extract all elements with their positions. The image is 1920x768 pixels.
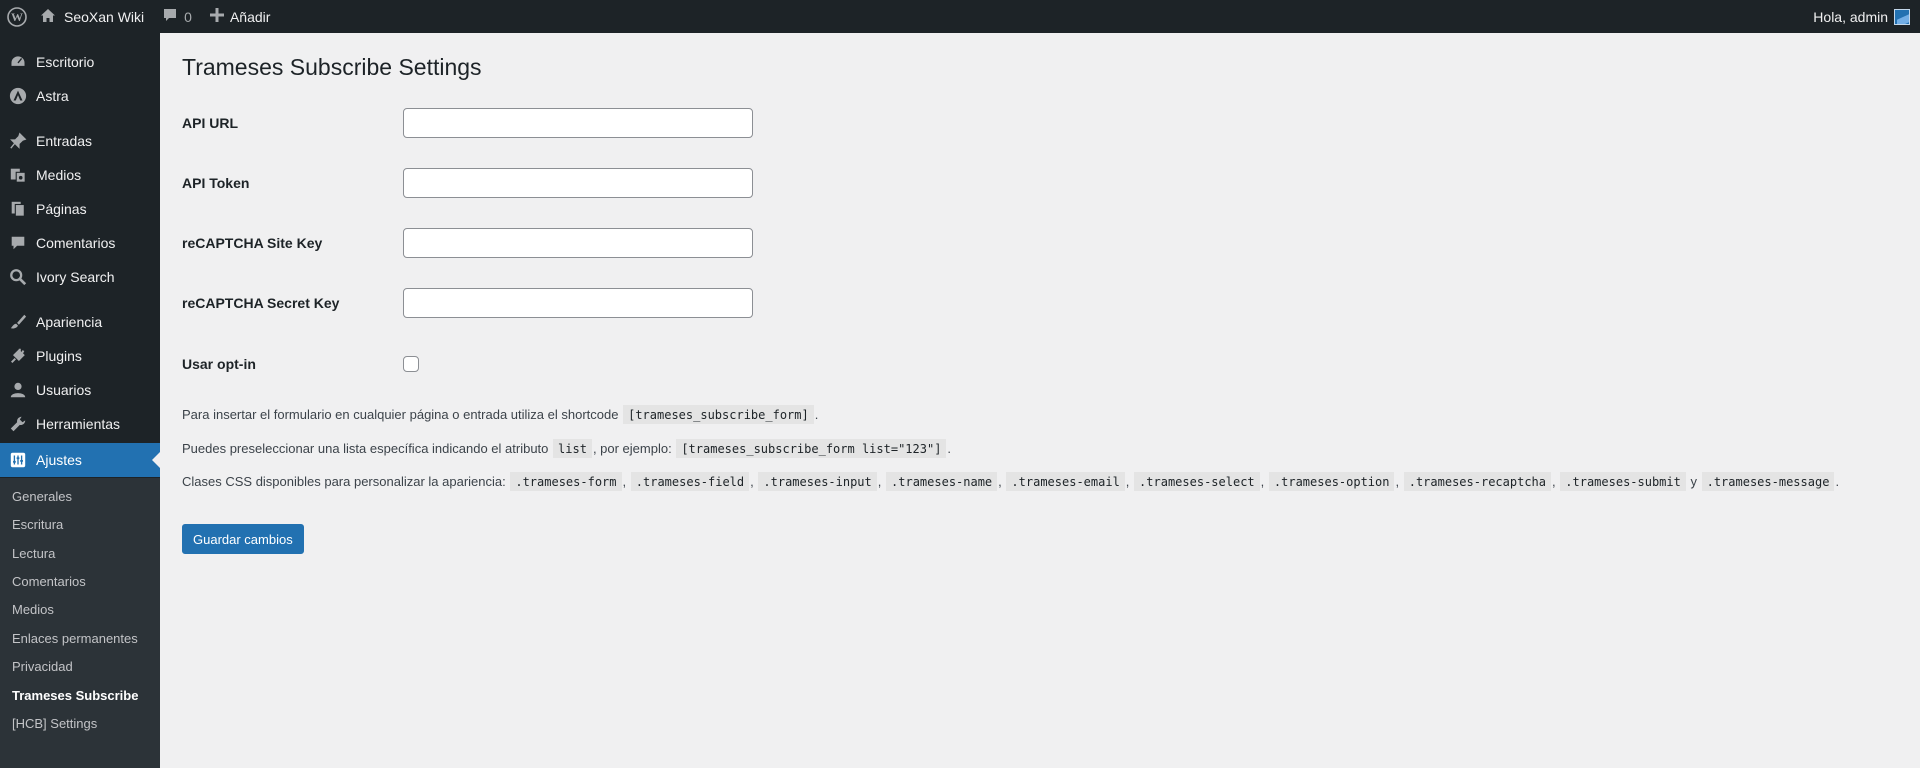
recaptcha-secret-key-label: reCAPTCHA Secret Key [182,295,340,311]
sidebar-item-medios[interactable]: Medios [0,158,160,192]
optin-checkbox[interactable] [403,356,419,372]
css-class-code: .trameses-input [758,472,877,491]
user-icon [0,381,36,399]
submenu-privacidad[interactable]: Privacidad [12,657,73,677]
pages-icon [0,200,36,218]
list-attribute-code: list [553,439,592,458]
css-class-code: .trameses-field [630,472,750,491]
my-account-link[interactable]: Hola, admin [1813,0,1910,33]
site-name-link[interactable]: SeoXan Wiki [40,0,144,33]
search-icon [0,268,36,286]
svg-text:W: W [11,10,23,24]
help-list-attribute: Puedes preseleccionar una lista específi… [182,439,952,458]
css-class-code: .trameses-recaptcha [1403,472,1552,491]
css-class-code: .trameses-submit [1560,472,1686,491]
optin-label: Usar opt-in [182,356,256,372]
recaptcha-site-key-input[interactable] [403,228,753,258]
help-css-classes: Clases CSS disponibles para personalizar… [182,472,1840,491]
css-class-code: .trameses-name [886,472,998,491]
settings-submenu: Generales Escritura Lectura Comentarios … [0,478,160,768]
sidebar-item-entradas[interactable]: Entradas [0,124,160,158]
admin-sidebar: Escritorio Astra Entradas Medios Páginas… [0,33,160,768]
sidebar-item-ivory-search[interactable]: Ivory Search [0,260,160,294]
site-name: SeoXan Wiki [64,8,145,25]
api-token-label: API Token [182,175,250,191]
dashboard-icon [0,53,36,71]
recaptcha-secret-key-input[interactable] [403,288,753,318]
avatar [1894,8,1910,25]
css-class-code: .trameses-form [510,472,622,491]
recaptcha-site-key-label: reCAPTCHA Site Key [182,235,323,251]
brush-icon [0,313,36,331]
submenu-trameses-subscribe[interactable]: Trameses Subscribe [12,686,138,706]
new-content-link[interactable]: Añadir [209,0,271,33]
list-example-code: [trameses_subscribe_form list="123"] [676,439,947,458]
page-title: Trameses Subscribe Settings [182,54,482,80]
new-label: Añadir [229,8,271,25]
css-class-code: .trameses-message [1701,472,1835,491]
settings-icon [0,451,36,469]
comments-count: 0 [184,8,192,25]
submenu-hcb-settings[interactable]: [HCB] Settings [12,714,97,734]
api-token-input[interactable] [403,168,753,198]
help-shortcode: Para insertar el formulario en cualquier… [182,405,819,424]
sidebar-item-usuarios[interactable]: Usuarios [0,373,160,407]
submenu-generales[interactable]: Generales [12,487,72,507]
pin-icon [0,132,36,150]
comments-link[interactable]: 0 [162,0,192,33]
plus-icon [209,8,224,25]
astra-icon [0,87,36,105]
wrench-icon [0,415,36,433]
admin-bar: W SeoXan Wiki 0 Añadir Hola, admin [0,0,1920,33]
api-url-input[interactable] [403,108,753,138]
css-class-code: .trameses-email [1006,472,1125,491]
css-class-code: .trameses-select [1134,472,1260,491]
submenu-escritura[interactable]: Escritura [12,515,63,535]
home-icon [40,8,56,26]
submenu-comentarios[interactable]: Comentarios [12,572,86,592]
sidebar-item-astra[interactable]: Astra [0,79,160,113]
api-url-label: API URL [182,115,238,131]
media-icon [0,166,36,184]
comment-bubble-icon [162,7,178,26]
submenu-lectura[interactable]: Lectura [12,544,55,564]
comments-icon [0,234,36,252]
plug-icon [0,347,36,365]
sidebar-item-comentarios[interactable]: Comentarios [0,226,160,260]
sidebar-item-paginas[interactable]: Páginas [0,192,160,226]
shortcode-code: [trameses_subscribe_form] [623,405,814,424]
main-content: Trameses Subscribe Settings API URL API … [160,33,1920,750]
sidebar-item-herramientas[interactable]: Herramientas [0,407,160,441]
sidebar-item-escritorio[interactable]: Escritorio [0,45,160,79]
sidebar-item-ajustes[interactable]: Ajustes [0,443,160,477]
greeting: Hola, admin [1813,8,1888,25]
sidebar-item-apariencia[interactable]: Apariencia [0,305,160,339]
save-changes-button[interactable]: Guardar cambios [182,524,304,554]
css-class-code: .trameses-option [1268,472,1395,491]
wordpress-logo-icon[interactable]: W [0,0,34,33]
submenu-medios[interactable]: Medios [12,600,54,620]
sidebar-item-plugins[interactable]: Plugins [0,339,160,373]
submenu-enlaces-permanentes[interactable]: Enlaces permanentes [12,629,138,649]
